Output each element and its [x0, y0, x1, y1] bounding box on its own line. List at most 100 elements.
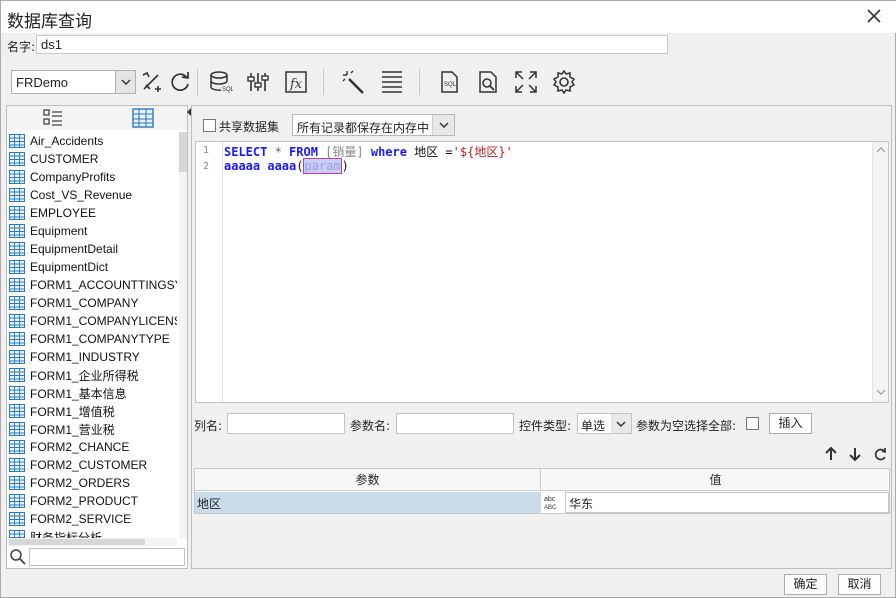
chevron-down-icon[interactable]	[432, 115, 454, 135]
table-name: EquipmentDetail	[30, 242, 119, 256]
svg-text:abc: abc	[544, 496, 556, 503]
param-name-input[interactable]	[396, 413, 514, 434]
column-resize-icon[interactable]	[379, 69, 405, 95]
cancel-button[interactable]: 取消	[838, 574, 881, 595]
list-item[interactable]: FORM1_INDUSTRY	[7, 348, 177, 366]
scrollbar-thumb[interactable]	[179, 132, 187, 172]
table-row[interactable]: 地区 abc ABC 华东	[195, 492, 889, 513]
table-icon	[9, 134, 25, 148]
list-item[interactable]: FORM2_CUSTOMER	[7, 456, 177, 474]
param-value-cell[interactable]: 华东	[565, 492, 889, 513]
sql-paren: )	[341, 159, 349, 173]
table-list: Air_Accidents CUSTOMER CompanyProfits Cost_…	[7, 132, 177, 538]
list-item[interactable]: FORM2_SERVICE	[7, 510, 177, 528]
table-icon	[9, 224, 25, 238]
arrow-down-icon[interactable]	[848, 446, 862, 462]
empty-select-all-checkbox[interactable]	[746, 417, 759, 430]
filter-settings-icon[interactable]	[245, 69, 271, 95]
list-item[interactable]: EMPLOYEE	[7, 204, 177, 222]
list-item[interactable]: FORM1_COMPANYTYPE	[7, 330, 177, 348]
table-icon	[9, 170, 25, 184]
formula-icon[interactable]: fx	[283, 69, 309, 95]
sql-keyword: FROM	[289, 145, 318, 159]
list-item[interactable]: Cost_VS_Revenue	[7, 186, 177, 204]
database-query-dialog: 数据库查询 名字: ds1 FRDemo SQL fx SQL Air_Acci…	[0, 0, 896, 598]
svg-text:ABC: ABC	[544, 505, 557, 511]
wand-icon[interactable]	[341, 69, 367, 95]
name-row: 名字: ds1	[1, 33, 896, 57]
table-name: EMPLOYEE	[30, 206, 97, 220]
selected-param-text: param	[303, 158, 342, 174]
sql-keyword: where	[370, 145, 407, 159]
table-icon	[9, 296, 25, 310]
list-item[interactable]: FORM1_ACCOUNTTINGSY	[7, 276, 177, 294]
table-name: FORM2_PRODUCT	[30, 494, 139, 508]
list-item[interactable]: FORM1_企业所得税	[7, 366, 177, 384]
svg-text:SQL: SQL	[222, 87, 233, 93]
table-icon	[9, 404, 25, 418]
table-browser-panel: Air_Accidents CUSTOMER CompanyProfits Cost_…	[6, 105, 188, 569]
list-item[interactable]: FORM1_基本信息	[7, 384, 177, 402]
list-item[interactable]: FORM2_PRODUCT	[7, 492, 177, 510]
text-type-icon[interactable]: abc ABC	[542, 493, 564, 512]
connection-settings-icon[interactable]	[139, 69, 165, 95]
table-search-row	[7, 546, 187, 568]
list-item[interactable]: CUSTOMER	[7, 150, 177, 168]
close-icon[interactable]	[865, 7, 883, 25]
list-item[interactable]: FORM1_COMPANY	[7, 294, 177, 312]
param-name-cell[interactable]: 地区	[195, 492, 541, 513]
table-search-input[interactable]	[29, 548, 185, 566]
sql-editor[interactable]: 1 2 SELECT * FROM [销量] where 地区 ='${地区}'…	[195, 141, 889, 403]
table-icon	[9, 188, 25, 202]
refresh-icon[interactable]	[167, 69, 193, 95]
ok-button[interactable]: 确定	[784, 574, 827, 595]
line-number: 1	[203, 145, 210, 156]
list-item[interactable]: FORM2_ORDERS	[7, 474, 177, 492]
table-name: FORM1_基本信息	[30, 386, 127, 401]
table-name: FORM2_SERVICE	[30, 512, 132, 526]
scroll-down-icon[interactable]	[876, 388, 886, 396]
preview-icon[interactable]	[475, 69, 501, 95]
table-list-hscrollbar[interactable]	[7, 538, 177, 546]
chevron-down-icon[interactable]	[115, 71, 135, 93]
list-item[interactable]: FORM1_增值税	[7, 402, 177, 420]
table-icon	[9, 242, 25, 256]
name-label: 名字:	[7, 40, 36, 54]
list-item[interactable]: FORM2_CHANCE	[7, 438, 177, 456]
scroll-up-icon[interactable]	[876, 146, 886, 154]
list-item[interactable]: 财务指标分析	[7, 528, 177, 538]
list-item[interactable]: FORM1_COMPANYLICENS	[7, 312, 177, 330]
table-icon	[9, 152, 25, 166]
connection-select[interactable]: FRDemo	[11, 70, 136, 94]
arrow-up-icon[interactable]	[824, 446, 838, 462]
column-name-input[interactable]	[227, 413, 345, 434]
refresh-icon[interactable]	[873, 446, 887, 462]
list-item[interactable]: EquipmentDict	[7, 258, 177, 276]
table-list-scrollbar[interactable]	[179, 132, 187, 538]
list-item[interactable]: CompanyProfits	[7, 168, 177, 186]
table-icon	[9, 494, 25, 508]
database-sql-icon[interactable]: SQL	[207, 69, 233, 95]
table-name: FORM1_企业所得税	[30, 368, 139, 383]
list-item[interactable]: Air_Accidents	[7, 132, 177, 150]
editor-scrollbar[interactable]	[872, 142, 888, 402]
table-name: FORM1_COMPANY	[30, 296, 139, 310]
memory-mode-select[interactable]: 所有记录都保存在内存中	[292, 114, 455, 136]
fullscreen-icon[interactable]	[513, 69, 539, 95]
table-icon	[9, 206, 25, 220]
table-view-icon[interactable]	[131, 108, 155, 128]
sql-file-icon[interactable]: SQL	[436, 69, 462, 95]
connection-value: FRDemo	[16, 75, 69, 90]
control-type-select[interactable]: 单选	[577, 413, 632, 434]
list-item[interactable]: EquipmentDetail	[7, 240, 177, 258]
name-input[interactable]: ds1	[36, 35, 668, 54]
share-dataset-checkbox[interactable]	[203, 119, 216, 132]
scrollbar-thumb[interactable]	[9, 539, 145, 545]
list-view-icon[interactable]	[41, 108, 65, 128]
param-editor-row: 列名: 参数名: 控件类型: 单选 参数为空选择全部: 插入	[192, 412, 892, 436]
chevron-down-icon[interactable]	[611, 414, 631, 433]
list-item[interactable]: Equipment	[7, 222, 177, 240]
insert-button[interactable]: 插入	[769, 413, 812, 434]
list-item[interactable]: FORM1_营业税	[7, 420, 177, 438]
settings-icon[interactable]	[551, 69, 577, 95]
